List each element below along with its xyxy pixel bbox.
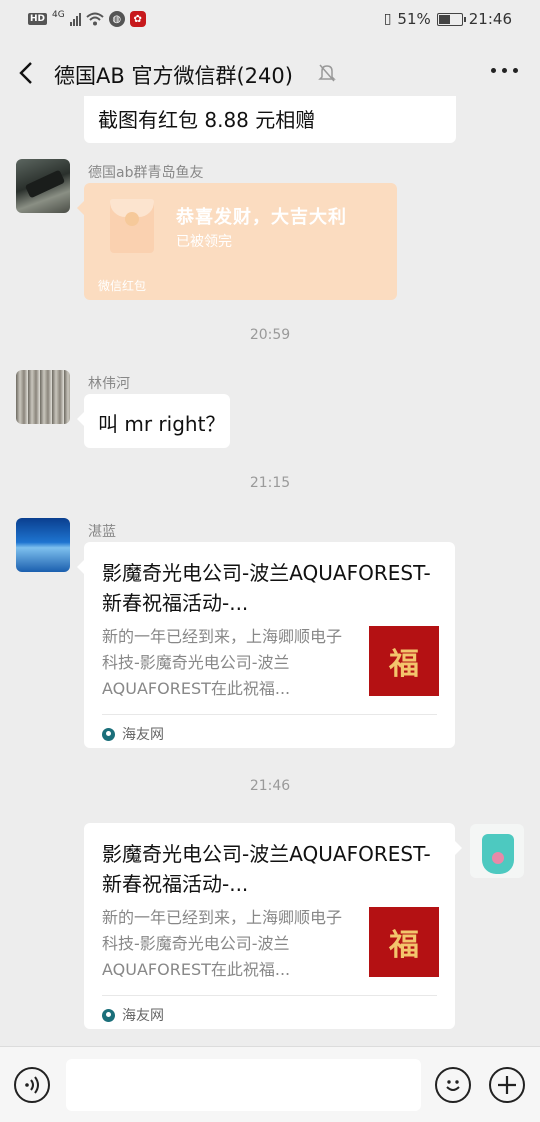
battery-percent: 51% [397, 10, 431, 28]
timestamp: 21:46 [249, 778, 291, 794]
link-card-message[interactable]: 影魔奇光电公司-波兰AQUAFOREST-新春祝福活动-... 新的一年已经到来… [77, 542, 455, 748]
link-source: 海友网 [102, 1005, 164, 1025]
voice-icon [25, 1076, 39, 1094]
more-options-button[interactable] [491, 68, 518, 73]
mute-bell-icon [318, 64, 336, 82]
link-source: 海友网 [102, 724, 164, 744]
partial-message-bubble[interactable]: 截图有红包 8.88 元相赠 [84, 96, 456, 143]
wifi-icon [86, 12, 104, 26]
sender-name: 湛蓝 [88, 524, 116, 540]
red-packet-icon [110, 199, 154, 253]
sender-name: 林伟河 [88, 376, 130, 392]
red-packet-status: 已被领完 [176, 234, 232, 250]
input-bar [0, 1046, 540, 1122]
source-name: 海友网 [122, 1008, 164, 1024]
clock: 21:46 [468, 10, 512, 28]
partial-message-text: 截图有红包 8.88 元相赠 [98, 108, 316, 132]
status-left: HD 4G ◍ ✿ [28, 10, 146, 27]
timestamp: 21:15 [249, 475, 291, 491]
back-arrow-icon[interactable] [16, 60, 38, 86]
link-card-message[interactable]: 影魔奇光电公司-波兰AQUAFOREST-新春祝福活动-... 新的一年已经到来… [84, 823, 462, 1029]
source-logo-icon [102, 727, 115, 741]
divider [102, 995, 437, 996]
vibrate-icon: ▯ [383, 11, 392, 27]
my-avatar[interactable] [470, 824, 524, 878]
link-description: 新的一年已经到来，上海卿顺电子科技-影魔奇光电公司-波兰AQUAFOREST在此… [102, 627, 343, 698]
red-packet-label: 微信红包 [98, 279, 147, 293]
avatar[interactable] [16, 518, 70, 572]
signal-icon [69, 12, 81, 26]
source-logo-icon [102, 1008, 115, 1022]
battery-level [438, 14, 450, 24]
link-thumbnail: 福 [369, 907, 439, 977]
thumbnail-fu-character: 福 [389, 647, 419, 682]
link-thumbnail: 福 [369, 626, 439, 696]
source-name: 海友网 [122, 727, 164, 743]
battery-icon [436, 12, 466, 26]
avatar[interactable] [16, 159, 70, 213]
plus-icon [498, 1076, 516, 1094]
voice-input-button[interactable] [14, 1067, 50, 1103]
avatar[interactable] [16, 370, 70, 424]
text-message-bubble[interactable]: 叫 mr right？ [77, 394, 230, 448]
thumbnail-fu-character: 福 [389, 928, 419, 963]
link-title: 影魔奇光电公司-波兰AQUAFOREST-新春祝福活动-... [102, 561, 431, 615]
message-input[interactable] [66, 1059, 421, 1111]
emoji-button[interactable] [435, 1067, 471, 1103]
red-packet-message[interactable]: 恭喜发财，大吉大利 已被领完 微信红包 [77, 183, 397, 300]
timestamp: 20:59 [249, 327, 291, 343]
status-right: ▯ 51% 21:46 [384, 10, 512, 28]
huawei-icon: ✿ [129, 11, 146, 27]
red-packet-title: 恭喜发财，大吉大利 [176, 207, 347, 228]
app-notification-icon: ◍ [108, 11, 125, 27]
avatar-image [24, 169, 66, 199]
network-type: 4G [52, 10, 65, 20]
sender-name: 德国ab群青岛鱼友 [88, 165, 204, 181]
chat-title: 德国AB 官方微信群(240) [54, 64, 293, 88]
status-bar: HD 4G ◍ ✿ ▯ 51% 21:46 [0, 0, 540, 40]
link-title: 影魔奇光电公司-波兰AQUAFOREST-新春祝福活动-... [102, 842, 431, 896]
divider [102, 714, 437, 715]
more-functions-button[interactable] [489, 1067, 525, 1103]
message-text: 叫 mr right？ [98, 412, 226, 436]
link-description: 新的一年已经到来，上海卿顺电子科技-影魔奇光电公司-波兰AQUAFOREST在此… [102, 908, 343, 979]
hd-icon: HD [28, 13, 48, 25]
smiley-icon [446, 1080, 460, 1091]
